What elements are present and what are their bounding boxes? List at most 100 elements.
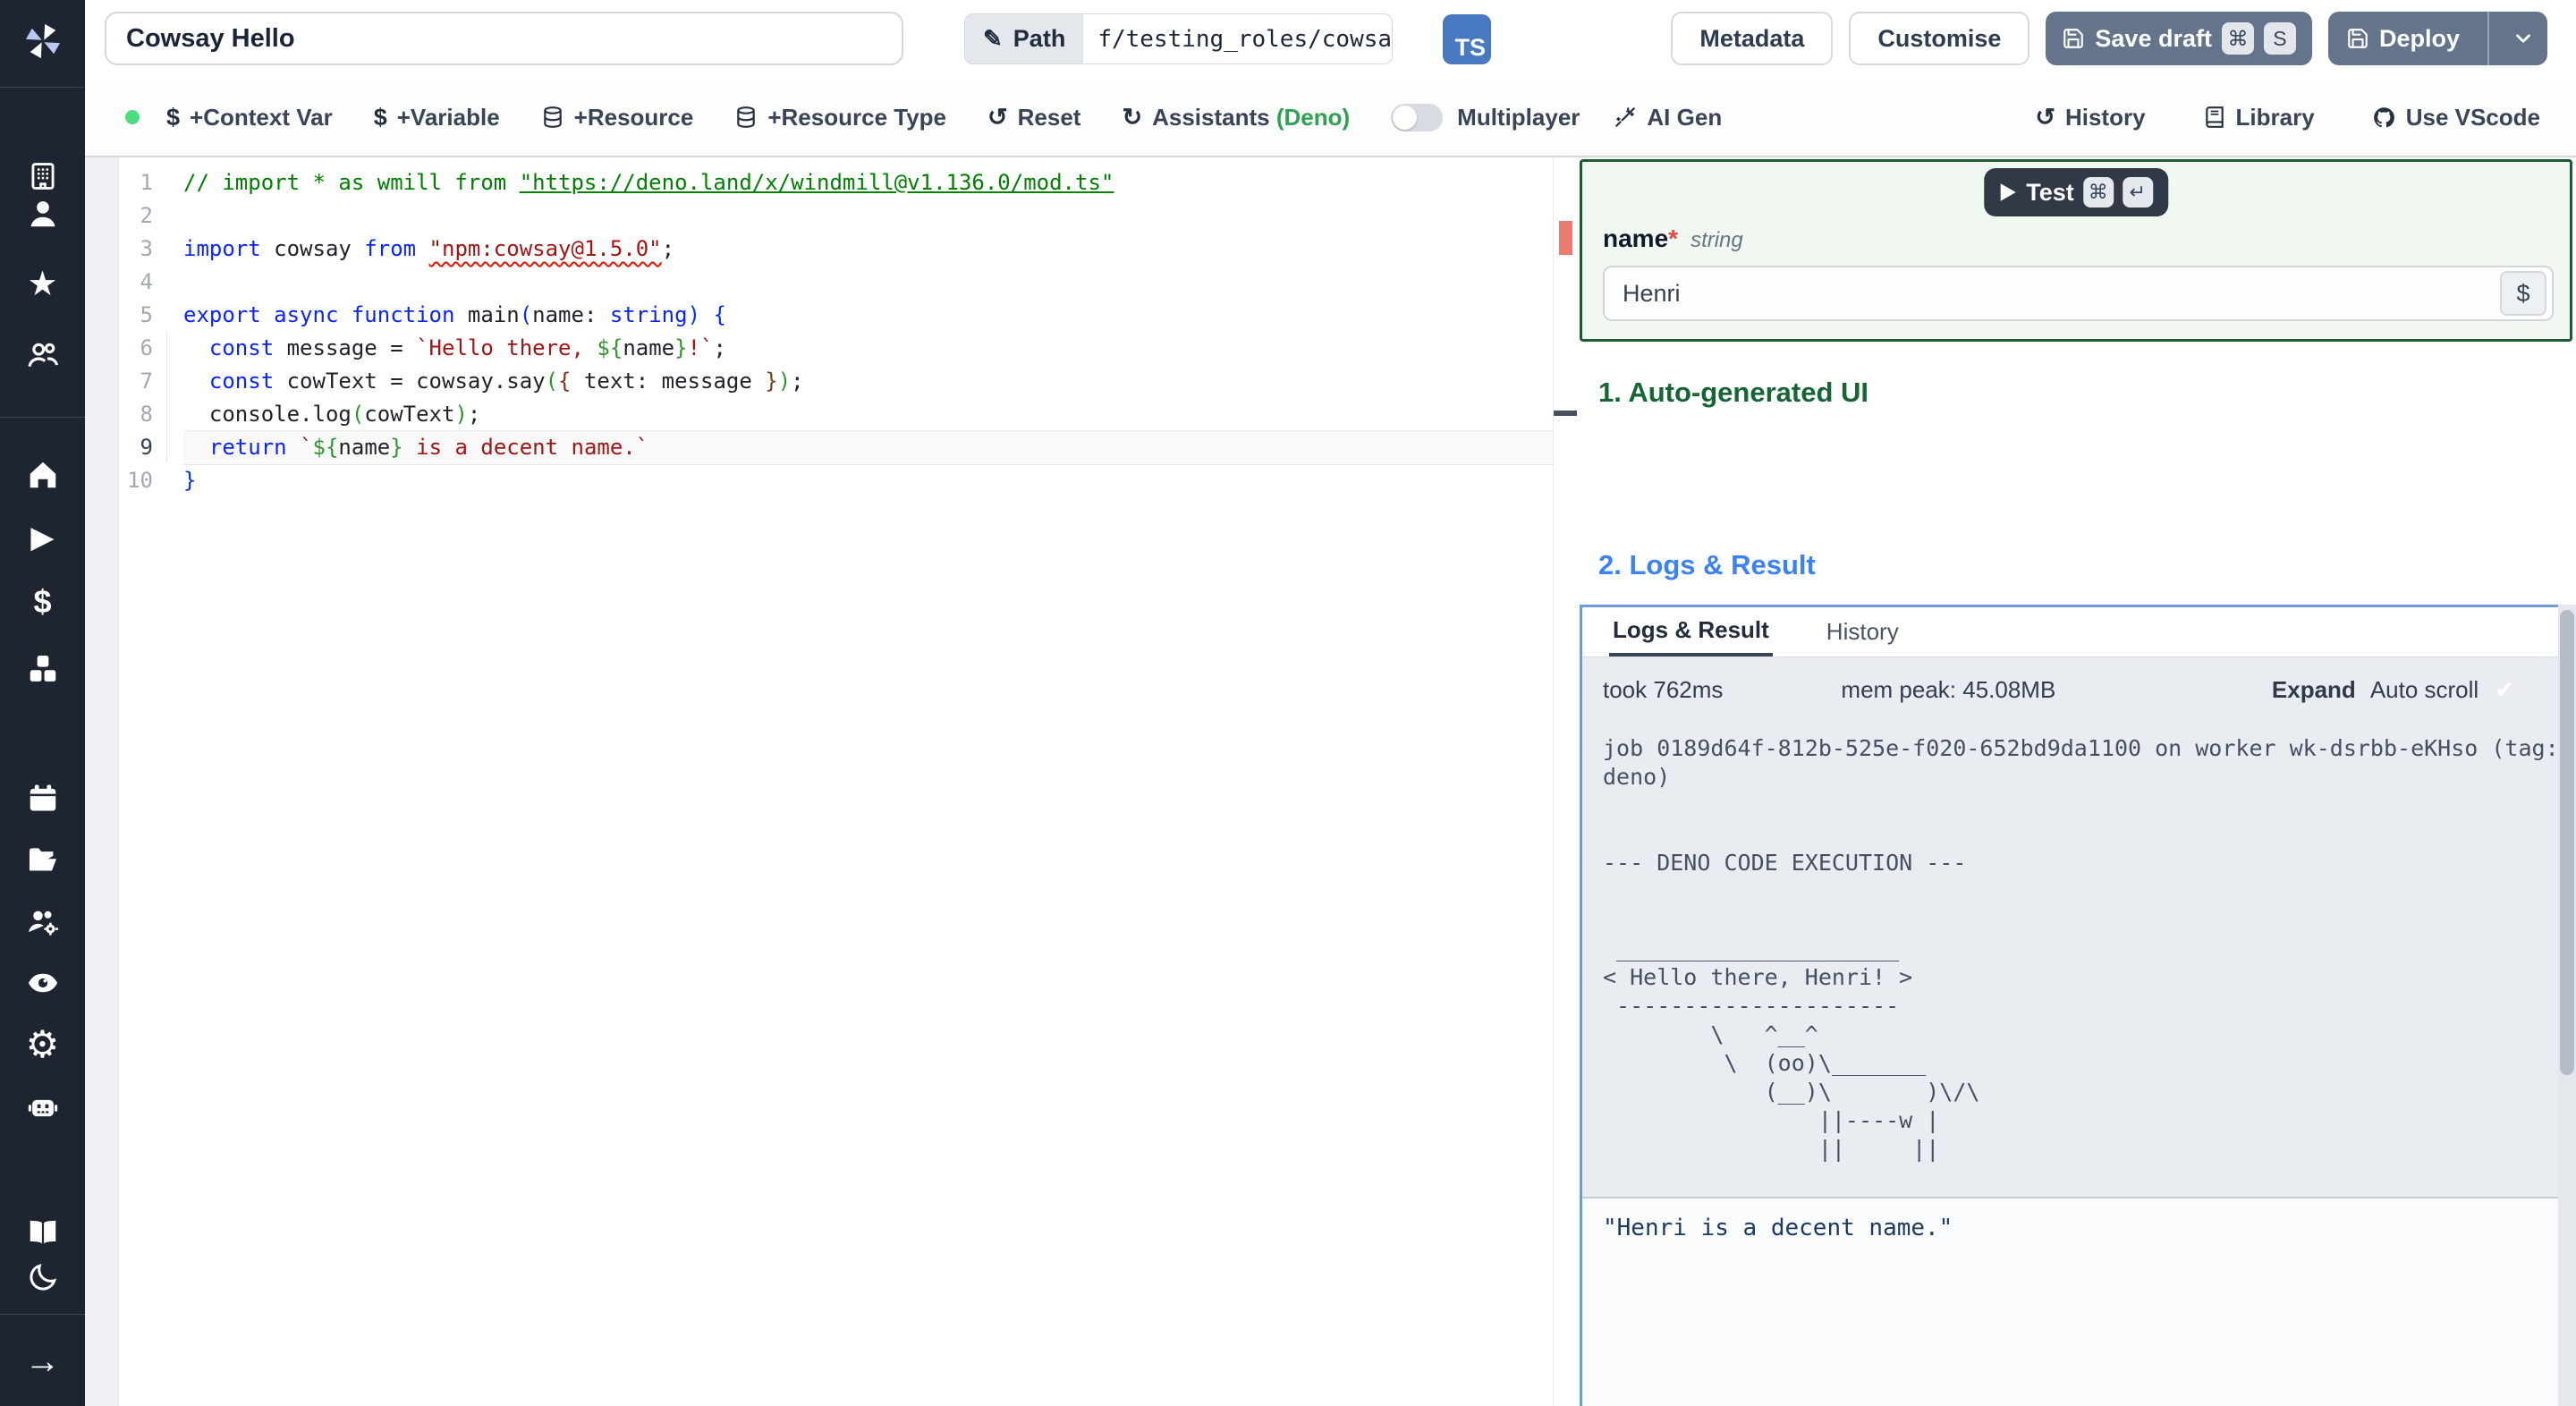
error-marker <box>1559 221 1572 255</box>
indent-guide <box>166 331 167 462</box>
pencil-icon: ✎ <box>983 25 1003 52</box>
overview-ruler-border <box>1553 157 1554 1406</box>
gutter: 1 2 3 4 5 6 7 8 9 10 <box>127 170 153 493</box>
arg-name-input[interactable] <box>1605 279 2500 308</box>
add-context-var-button[interactable]: $ +Context Var <box>166 104 333 131</box>
save-draft-button[interactable]: Save draft ⌘ S <box>2046 12 2312 65</box>
sidebar-divider <box>0 417 85 418</box>
editor-toolbar: $ +Context Var $ +Variable +Resource +Re… <box>85 79 2576 157</box>
insert-variable-button[interactable]: $ <box>2500 271 2546 316</box>
metadata-button[interactable]: Metadata <box>1671 12 1834 65</box>
audit-eye-icon[interactable] <box>0 966 85 1000</box>
arg-type-label: string <box>1690 228 1743 252</box>
path-edit-button[interactable]: ✎ Path <box>965 14 1084 64</box>
code-line[interactable]: } <box>183 464 1554 497</box>
collapse-arrow-icon[interactable]: → <box>0 1343 85 1379</box>
code-lines[interactable]: // import * as wmill from "https://deno.… <box>165 157 1554 1406</box>
code-line[interactable]: const cowText = cowsay.say({ text: messa… <box>183 365 1554 398</box>
schedules-calendar-icon[interactable] <box>0 782 85 816</box>
ai-robot-icon[interactable] <box>0 1089 85 1123</box>
chevron-down-icon <box>2516 34 2530 43</box>
runs-play-icon[interactable]: ▶ <box>0 522 85 553</box>
multiplayer-toggle[interactable] <box>1391 103 1444 131</box>
dollar-icon: $ <box>373 103 387 131</box>
code-line[interactable]: // import * as wmill from "https://deno.… <box>183 166 1554 199</box>
tab-history[interactable]: History <box>1823 607 1902 656</box>
scrollbar-thumb[interactable] <box>2560 610 2574 1075</box>
typescript-badge: TS <box>1443 14 1491 64</box>
duration-label: took 762ms <box>1603 675 1724 703</box>
code-line[interactable]: import cowsay from "npm:cowsay@1.5.0"; <box>183 233 1554 266</box>
wand-sparkles-icon <box>1615 107 1636 127</box>
book-icon <box>2205 106 2224 128</box>
groups-settings-icon[interactable] <box>0 905 85 939</box>
favorites-star-icon[interactable]: ★ <box>0 267 85 301</box>
check-icon: ✔ <box>2495 675 2514 703</box>
database-icon <box>543 106 562 128</box>
expand-button[interactable]: Expand <box>2272 676 2356 704</box>
history-icon: ↺ <box>2035 103 2055 131</box>
play-icon <box>2000 183 2016 201</box>
home-icon[interactable] <box>0 458 85 492</box>
code-line[interactable]: console.log(cowText); <box>183 398 1554 431</box>
customise-button[interactable]: Customise <box>1849 12 2030 65</box>
scrollbar[interactable] <box>2558 605 2576 1406</box>
add-variable-button[interactable]: $ +Variable <box>374 104 500 131</box>
windmill-logo-icon[interactable] <box>0 18 85 64</box>
connection-status-dot <box>125 110 140 124</box>
user-icon[interactable] <box>0 197 85 231</box>
dark-mode-moon-icon[interactable] <box>0 1261 85 1293</box>
cursor-line-marker <box>1554 411 1577 416</box>
settings-gear-icon[interactable]: ⚙ <box>0 1026 85 1063</box>
save-icon <box>2348 29 2368 48</box>
cmd-keycap: ⌘ <box>2221 22 2254 55</box>
sidebar-divider <box>0 87 85 88</box>
docs-book-icon[interactable] <box>0 1215 85 1249</box>
multiplayer-label: Multiplayer <box>1457 103 1580 131</box>
use-vscode-button[interactable]: Use VScode <box>2372 104 2540 131</box>
history-button[interactable]: ↺ History <box>2035 104 2145 131</box>
refresh-icon: ↻ <box>1122 103 1143 131</box>
workspace-building-icon[interactable] <box>0 159 85 193</box>
pane-splitter[interactable] <box>85 157 119 1406</box>
path-value[interactable]: f/testing_roles/cowsa <box>1083 14 1393 64</box>
add-resource-type-button[interactable]: +Resource Type <box>734 104 946 131</box>
top-bar: ✎ Path f/testing_roles/cowsa TS Metadata… <box>85 0 2576 79</box>
autoscroll-toggle[interactable]: Auto scroll <box>2370 676 2479 704</box>
section-logs-result: 2. Logs & Result <box>1598 549 1816 580</box>
variables-dollar-icon[interactable]: $ <box>0 586 85 618</box>
library-button[interactable]: Library <box>2203 104 2315 131</box>
topbar-actions: Metadata Customise Save draft ⌘ S Deploy <box>1671 12 2547 65</box>
reset-button[interactable]: ↺ Reset <box>987 104 1080 131</box>
sidebar: ★ ▶ $ ⚙ → <box>0 0 85 1406</box>
windmill-script-editor: ★ ▶ $ ⚙ → Cowsay Hello ✎ Path f/testing_… <box>0 0 2576 1406</box>
assistants-lang: (Deno) <box>1275 103 1351 131</box>
test-args-panel: Test ⌘ ↵ name* string $ <box>1580 159 2572 342</box>
user-groups-icon[interactable] <box>0 338 85 372</box>
code-line[interactable]: const message = `Hello there, ${name}!`; <box>183 332 1554 365</box>
code-line[interactable]: return `${name} is a decent name.` <box>183 431 1554 464</box>
resources-cubes-icon[interactable] <box>0 652 85 686</box>
s-keycap: S <box>2263 22 2296 55</box>
mem-peak-label: mem peak: 45.08MB <box>1841 675 2056 703</box>
add-resource-button[interactable]: +Resource <box>541 104 693 131</box>
job-result: "Henri is a decent name." <box>1582 1198 2566 1406</box>
required-asterisk: * <box>1668 224 1679 252</box>
path-control[interactable]: ✎ Path f/testing_roles/cowsa <box>964 13 1394 64</box>
logs-tabs: Logs & Result History <box>1582 607 2566 657</box>
folders-icon[interactable] <box>0 843 85 877</box>
job-logs: job 0189d64f-812b-525e-f020-652bd9da1100… <box>1603 735 2559 1162</box>
deploy-dropdown-button[interactable] <box>2499 12 2547 65</box>
code-line[interactable] <box>183 266 1554 299</box>
script-title-input[interactable] <box>105 12 903 65</box>
preview-panel: Test ⌘ ↵ name* string $ 1. Auto-generate… <box>1578 157 2576 1406</box>
code-editor[interactable]: 1 2 3 4 5 6 7 8 9 10 // import * as wmill from "h… <box>119 157 1578 1406</box>
deploy-button[interactable]: Deploy <box>2327 12 2547 65</box>
assistants-button[interactable]: ↻ Assistants (Deno) <box>1122 104 1350 131</box>
enter-keycap: ↵ <box>2122 177 2153 208</box>
test-button[interactable]: Test ⌘ ↵ <box>1984 168 2168 216</box>
tab-logs-result[interactable]: Logs & Result <box>1609 607 1773 656</box>
code-line[interactable]: export async function main(name: string)… <box>183 299 1554 332</box>
code-line[interactable] <box>183 199 1554 233</box>
ai-gen-button[interactable]: AI Gen <box>1614 104 1722 131</box>
